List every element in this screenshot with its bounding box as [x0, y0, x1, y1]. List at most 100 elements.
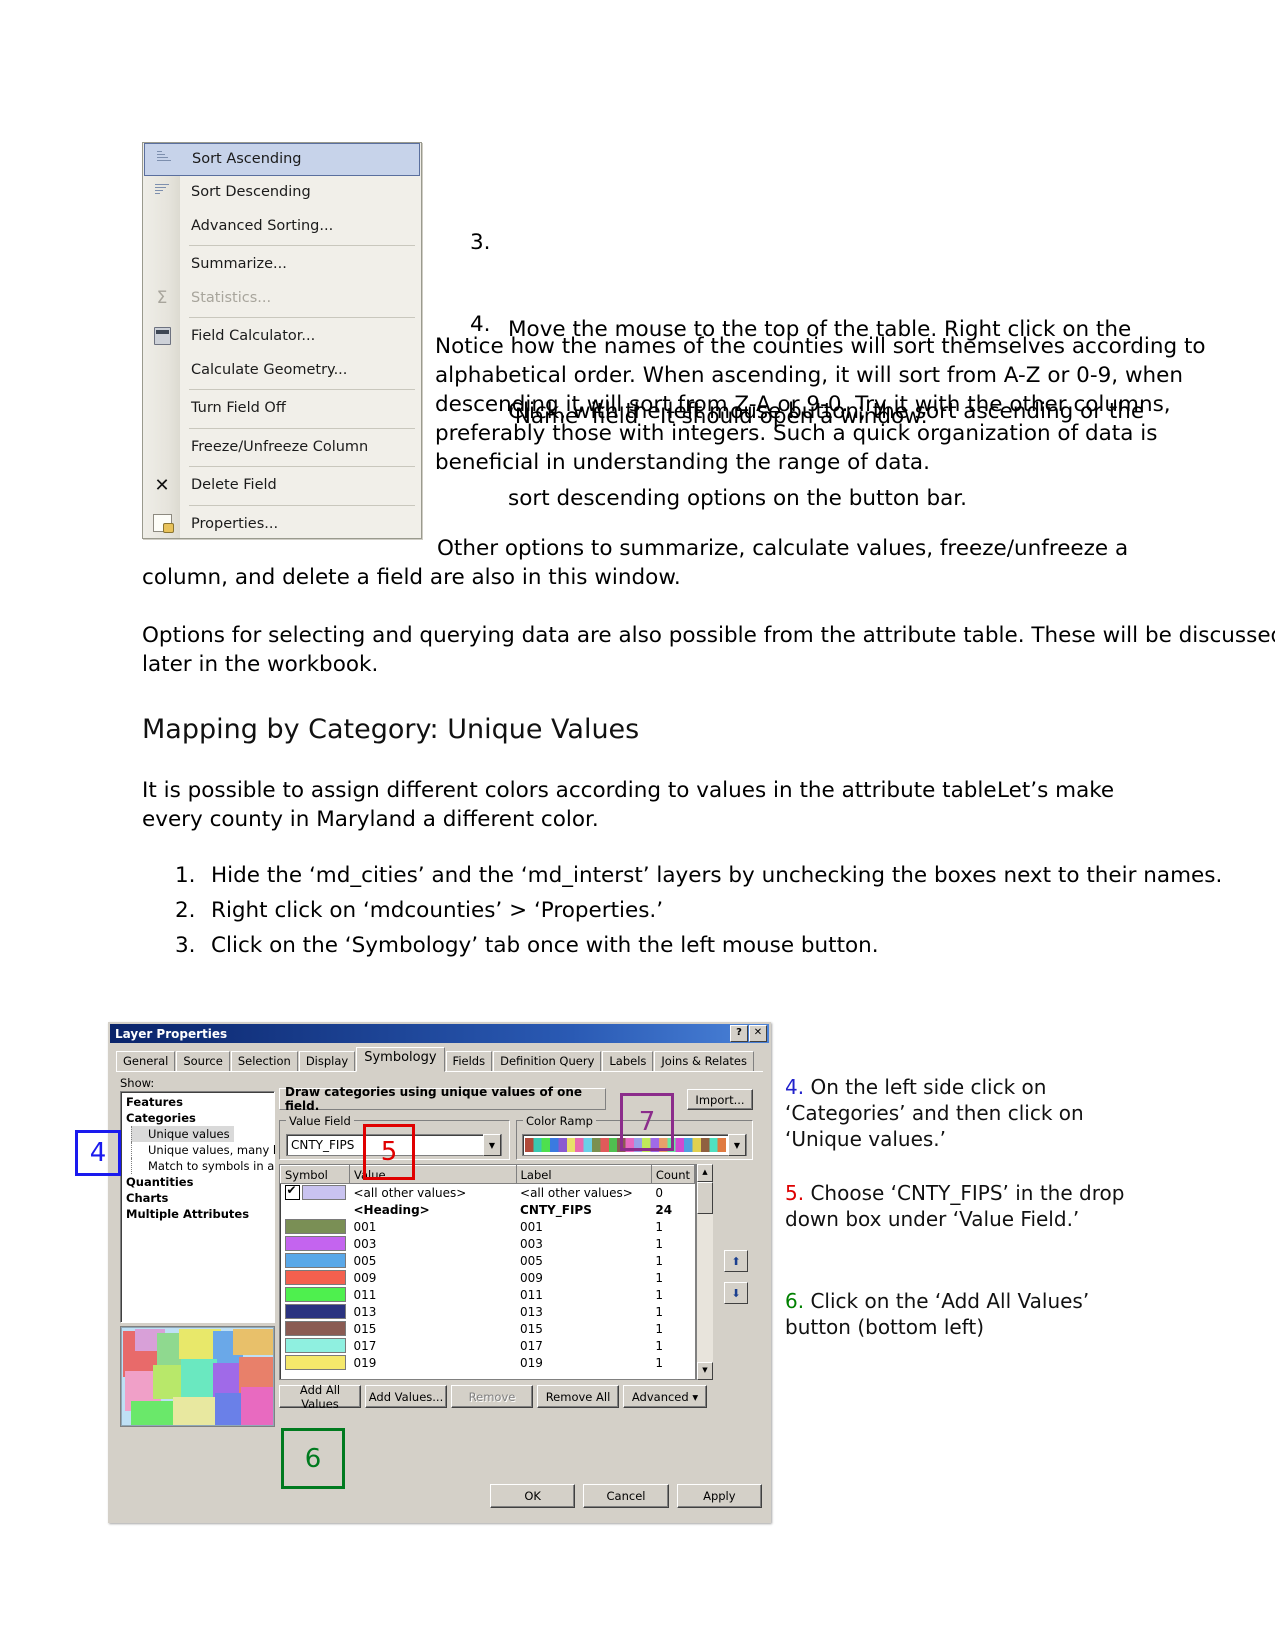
remove-all-button[interactable]: Remove All — [537, 1385, 619, 1408]
chevron-down-icon-ramp[interactable]: ▼ — [728, 1134, 746, 1156]
menu-separator — [189, 317, 415, 318]
field-context-menu[interactable]: Sort Ascending Sort Descending Advanced So… — [142, 142, 422, 539]
menu-item-delete-field[interactable]: ✕ Delete Field — [143, 469, 421, 503]
menu-item-summarize[interactable]: Summarize... — [143, 248, 421, 282]
cancel-button[interactable]: Cancel — [583, 1484, 669, 1508]
show-tree-item-multiple-attributes[interactable]: Multiple Attributes — [125, 1206, 274, 1222]
table-row[interactable]: 013 013 1 — [281, 1303, 695, 1320]
symbol-swatch[interactable] — [284, 1236, 346, 1251]
import-button[interactable]: Import... — [687, 1089, 753, 1110]
menu-item-turn-field-off[interactable]: Turn Field Off — [143, 392, 421, 426]
menu-item-sort-descending[interactable]: Sort Descending — [143, 176, 421, 210]
table-row[interactable]: 003 003 1 — [281, 1235, 695, 1252]
menu-item-sort-ascending[interactable]: Sort Ascending — [144, 143, 420, 176]
menu-item-freeze-unfreeze-column[interactable]: Freeze/Unfreeze Column — [143, 431, 421, 465]
help-button[interactable]: ? — [730, 1025, 748, 1042]
table-header-label[interactable]: Label — [515, 1165, 652, 1184]
show-tree-item-unique-values[interactable]: Unique values — [131, 1126, 234, 1142]
scroll-up-icon[interactable]: ▲ — [697, 1164, 713, 1182]
table-scrollbar[interactable]: ▲ ▼ — [696, 1164, 713, 1380]
row-symbol-cell[interactable] — [281, 1320, 350, 1337]
ok-button[interactable]: OK — [490, 1484, 576, 1508]
chevron-down-icon[interactable]: ▼ — [483, 1134, 501, 1156]
row-symbol-cell[interactable] — [281, 1252, 350, 1269]
remove-button: Remove — [451, 1385, 533, 1408]
row-count-cell: 1 — [655, 1219, 663, 1234]
row-symbol-cell[interactable] — [281, 1201, 350, 1218]
row-symbol-cell[interactable] — [281, 1183, 350, 1202]
move-up-button[interactable]: ⬆ — [724, 1250, 748, 1272]
menu-item-calculate-geometry[interactable]: Calculate Geometry... — [143, 354, 421, 388]
tab-fields[interactable]: Fields — [445, 1051, 493, 1072]
row-symbol-cell[interactable] — [281, 1303, 350, 1320]
table-row[interactable]: 005 005 1 — [281, 1252, 695, 1269]
symbol-swatch[interactable] — [284, 1287, 346, 1302]
show-tree-listbox[interactable]: Features Categories Unique values Unique va… — [120, 1091, 276, 1323]
none — [151, 255, 173, 275]
row-symbol-cell[interactable] — [281, 1286, 350, 1303]
show-tree-item-match-to-symbols-in-a[interactable]: Match to symbols in a — [131, 1158, 274, 1174]
close-button[interactable]: ✕ — [749, 1025, 767, 1042]
symbol-swatch[interactable] — [301, 1185, 346, 1200]
symbol-swatch[interactable] — [284, 1321, 346, 1336]
row-value-cell: 003 — [353, 1236, 377, 1251]
symbol-swatch[interactable] — [284, 1355, 346, 1370]
add-values-button[interactable]: Add Values... — [365, 1385, 447, 1408]
advanced-button[interactable]: Advanced ▾ — [623, 1385, 707, 1408]
tab-source[interactable]: Source — [176, 1051, 230, 1072]
tab-definition-query[interactable]: Definition Query — [493, 1051, 602, 1072]
show-tree-item-categories[interactable]: Categories — [125, 1110, 274, 1126]
list-item-number: 2. — [175, 898, 196, 923]
show-tree-item-quantities[interactable]: Quantities — [125, 1174, 274, 1190]
tab-symbology[interactable]: Symbology — [356, 1047, 445, 1072]
row-symbol-cell[interactable] — [281, 1269, 350, 1286]
row-count-cell: 1 — [655, 1304, 663, 1319]
scrollbar-thumb[interactable] — [697, 1182, 713, 1214]
tab-joins-relates[interactable]: Joins & Relates — [654, 1051, 754, 1072]
unique-values-table-container[interactable]: SymbolValueLabelCount <all other values>… — [279, 1164, 713, 1380]
table-header-count[interactable]: Count — [650, 1165, 695, 1184]
dialog-tab-strip[interactable]: General Source Selection Display Symbology Fi… — [116, 1047, 763, 1072]
symbol-swatch[interactable] — [284, 1304, 346, 1319]
table-row[interactable]: 011 011 1 — [281, 1286, 695, 1303]
table-row[interactable]: 015 015 1 — [281, 1320, 695, 1337]
show-tree-item-charts[interactable]: Charts — [125, 1190, 274, 1206]
table-header-symbol[interactable]: Symbol — [280, 1165, 350, 1184]
tab-labels[interactable]: Labels — [602, 1051, 654, 1072]
table-row[interactable]: 019 019 1 — [281, 1354, 695, 1371]
row-count-cell: 1 — [655, 1270, 663, 1285]
checkbox[interactable] — [284, 1183, 300, 1200]
table-row[interactable]: <all other values> <all other values> 0 — [281, 1183, 695, 1202]
add-all-values-button[interactable]: Add All Values — [279, 1383, 361, 1411]
table-row[interactable]: 009 009 1 — [281, 1269, 695, 1286]
row-symbol-cell[interactable] — [281, 1354, 350, 1371]
symbol-swatch[interactable] — [284, 1253, 346, 1268]
tab-general[interactable]: General — [116, 1051, 176, 1072]
row-symbol-cell[interactable] — [281, 1337, 350, 1354]
menu-separator — [189, 504, 415, 506]
row-symbol-cell[interactable] — [281, 1218, 350, 1235]
unique-values-table[interactable]: SymbolValueLabelCount <all other values>… — [280, 1165, 695, 1371]
scroll-down-icon[interactable]: ▼ — [697, 1362, 713, 1380]
menu-separator — [189, 245, 415, 246]
tab-selection[interactable]: Selection — [230, 1051, 298, 1072]
show-tree-item-features[interactable]: Features — [125, 1094, 274, 1110]
tab-display[interactable]: Display — [298, 1051, 356, 1072]
symbol-swatch[interactable] — [284, 1338, 346, 1353]
instruction-list-item: 1. Hide the ‘md_cities’ and the ‘md_inter… — [165, 861, 1275, 890]
table-row[interactable]: 001 001 1 — [281, 1218, 695, 1235]
symbol-swatch[interactable] — [284, 1219, 346, 1234]
value-action-buttons[interactable]: Add All Values Add Values... Remove Remove … — [279, 1383, 751, 1411]
symbol-swatch[interactable] — [284, 1270, 346, 1285]
show-tree-item-unique-values-many-l[interactable]: Unique values, many l — [131, 1142, 276, 1158]
side-note-number: 4. — [785, 1075, 811, 1099]
menu-item-advanced-sorting[interactable]: Advanced Sorting... — [143, 210, 421, 244]
table-row[interactable]: <Heading> CNTY_FIPS 24 — [281, 1201, 695, 1218]
table-row[interactable]: 017 017 1 — [281, 1337, 695, 1354]
row-symbol-cell[interactable] — [281, 1235, 350, 1252]
dialog-footer-buttons[interactable]: OK Cancel Apply — [490, 1484, 762, 1508]
menu-item-properties[interactable]: Properties... — [143, 508, 421, 542]
menu-item-field-calculator[interactable]: Field Calculator... — [143, 320, 421, 354]
apply-button[interactable]: Apply — [676, 1484, 762, 1508]
move-down-button[interactable]: ⬇ — [724, 1282, 748, 1304]
